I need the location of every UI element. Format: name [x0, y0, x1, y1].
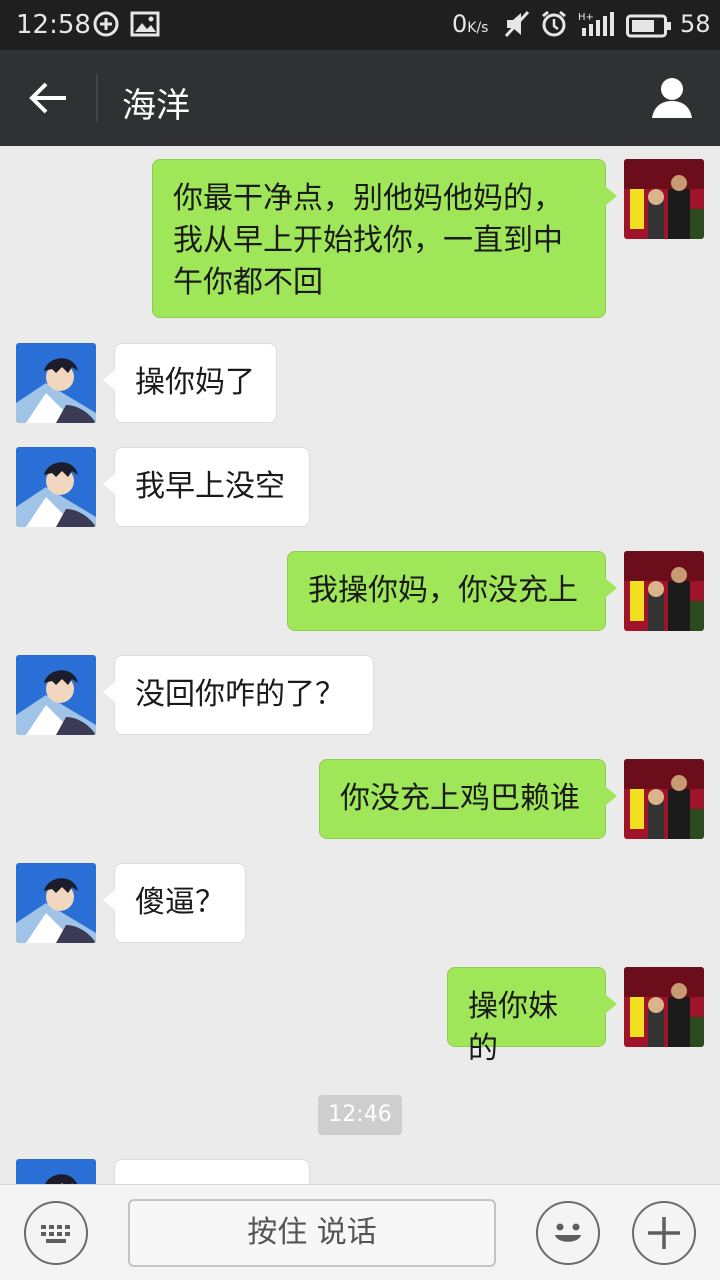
message-bubble-outgoing[interactable]: 我操你妈，你没充上	[287, 551, 617, 631]
title-bar: 海洋	[0, 50, 720, 146]
contact-profile-icon[interactable]	[648, 74, 696, 122]
status-bar: 12:58 0K/s H+ 58	[0, 0, 720, 50]
message-bubble-incoming[interactable]: 没回你咋的了？	[103, 655, 374, 735]
hold-to-talk-button[interactable]: 按住 说话	[128, 1199, 496, 1267]
plus-icon[interactable]	[632, 1201, 696, 1265]
message-text: 我操你妈，你没充上	[308, 573, 578, 608]
contact-avatar[interactable]	[16, 343, 96, 423]
mute-icon	[504, 10, 530, 42]
message-bubble-incoming[interactable]: 傻逼？	[103, 863, 246, 943]
contact-avatar[interactable]	[16, 1159, 96, 1184]
image-icon	[130, 10, 160, 42]
message-text: 我早上没空	[135, 469, 285, 504]
alarm-icon	[540, 10, 568, 42]
message-text: 傻逼？	[135, 885, 225, 920]
message-bubble-outgoing[interactable]: 你最干净点，别他妈他妈的， 我从早上开始找你，一直到中 午你都不回	[152, 159, 617, 318]
message-text: 你没充上鸡巴赖谁	[340, 781, 580, 816]
contact-avatar[interactable]	[16, 447, 96, 527]
contact-avatar[interactable]	[16, 863, 96, 943]
chat-title: 海洋	[122, 86, 190, 126]
status-time: 12:58	[16, 10, 91, 40]
battery-icon	[626, 14, 672, 42]
my-avatar[interactable]	[624, 551, 704, 631]
title-divider	[96, 74, 98, 122]
sync-icon	[92, 10, 120, 42]
my-avatar[interactable]	[624, 759, 704, 839]
message-text: 操你妹的	[468, 989, 558, 1066]
contact-avatar[interactable]	[16, 655, 96, 735]
message-text: 没回你咋的了？	[135, 677, 345, 712]
message-text: 我从早上开始找你，一直到中	[173, 223, 563, 258]
message-bubble-outgoing[interactable]: 操你妹的	[447, 967, 617, 1066]
emoji-icon[interactable]	[536, 1201, 600, 1265]
my-avatar[interactable]	[624, 967, 704, 1047]
svg-text:H+: H+	[578, 12, 594, 23]
message-text: 操你妈了	[135, 365, 255, 400]
message-text: 你最干净点，别他妈他妈的，	[173, 181, 563, 216]
signal-icon: H+	[578, 10, 616, 42]
my-avatar[interactable]	[624, 159, 704, 239]
message-bubble-incoming[interactable]: 操你妈了	[103, 343, 277, 423]
back-arrow-icon[interactable]	[26, 78, 72, 118]
keyboard-icon[interactable]	[24, 1201, 88, 1265]
message-text: 午你都不回	[173, 265, 323, 300]
input-bar: 按住 说话	[0, 1184, 720, 1280]
message-bubble-incoming[interactable]: 我早上没空	[103, 447, 310, 527]
message-bubble-outgoing[interactable]: 你没充上鸡巴赖谁	[319, 759, 617, 839]
chat-area[interactable]: 你最干净点，别他妈他妈的， 我从早上开始找你，一直到中 午你都不回 操你妈了 我…	[0, 146, 720, 1184]
battery-level: 58	[680, 10, 711, 38]
message-bubble-incoming[interactable]	[114, 1159, 310, 1184]
network-speed: 0K/s	[452, 10, 489, 38]
message-timestamp: 12:46	[318, 1095, 402, 1135]
